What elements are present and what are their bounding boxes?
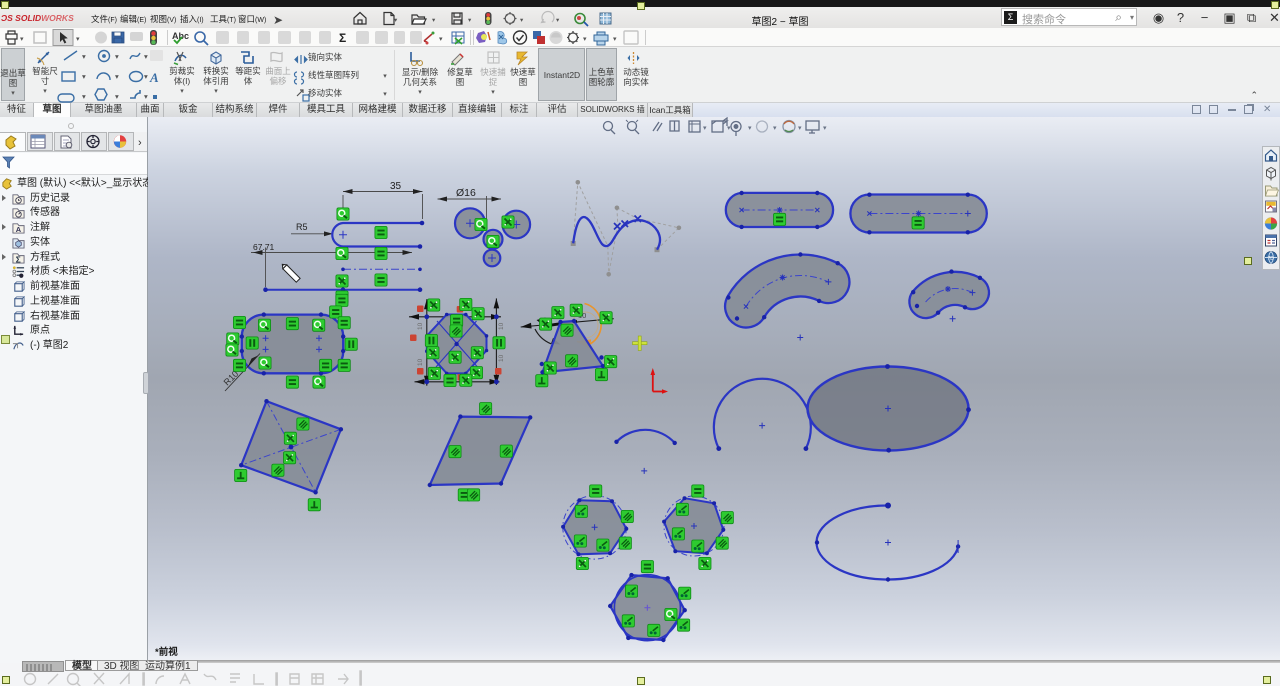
svg-text:35: 35 xyxy=(390,181,402,192)
svg-text:Σ: Σ xyxy=(16,254,21,263)
svg-text:▾: ▾ xyxy=(115,72,119,81)
svg-text:Σ: Σ xyxy=(339,31,346,45)
svg-text:*前视: *前视 xyxy=(155,646,178,658)
svg-text:▾: ▾ xyxy=(432,17,436,24)
svg-text:Ø16: Ø16 xyxy=(456,187,476,199)
svg-text:▾: ▾ xyxy=(144,92,148,101)
svg-text:▾: ▾ xyxy=(798,125,802,132)
svg-text:▾: ▾ xyxy=(76,36,80,43)
svg-text:▾: ▾ xyxy=(727,125,731,132)
svg-text:▾: ▾ xyxy=(82,52,86,61)
svg-text:▾: ▾ xyxy=(115,52,119,61)
svg-text:▾: ▾ xyxy=(703,125,707,132)
svg-text:10: 10 xyxy=(498,322,505,330)
svg-text:▾: ▾ xyxy=(520,17,524,24)
svg-text:▾: ▾ xyxy=(115,92,119,101)
svg-text:▾: ▾ xyxy=(556,17,560,24)
svg-text:›: › xyxy=(138,137,142,149)
svg-text:▾: ▾ xyxy=(583,36,587,43)
svg-text:67.71: 67.71 xyxy=(253,242,275,252)
svg-text:▾: ▾ xyxy=(82,72,86,81)
svg-text:10: 10 xyxy=(417,358,424,366)
svg-text:▾: ▾ xyxy=(439,36,443,43)
svg-text:A: A xyxy=(16,225,22,234)
svg-text:▾: ▾ xyxy=(144,72,148,81)
svg-text:▾: ▾ xyxy=(394,17,398,24)
svg-text:▾: ▾ xyxy=(823,125,827,132)
svg-text:▾: ▾ xyxy=(468,17,472,24)
svg-text:▾: ▾ xyxy=(613,36,617,43)
svg-text:A: A xyxy=(149,70,159,85)
svg-text:▾: ▾ xyxy=(144,52,148,61)
svg-text:R5: R5 xyxy=(296,222,308,232)
svg-text:10: 10 xyxy=(417,322,424,330)
svg-text:▾: ▾ xyxy=(773,125,777,132)
svg-text:▾: ▾ xyxy=(20,36,24,43)
svg-text:7D: 7D xyxy=(1268,256,1275,262)
svg-text:▾: ▾ xyxy=(748,125,752,132)
svg-text:▾: ▾ xyxy=(82,92,86,101)
svg-text:10: 10 xyxy=(498,354,505,362)
